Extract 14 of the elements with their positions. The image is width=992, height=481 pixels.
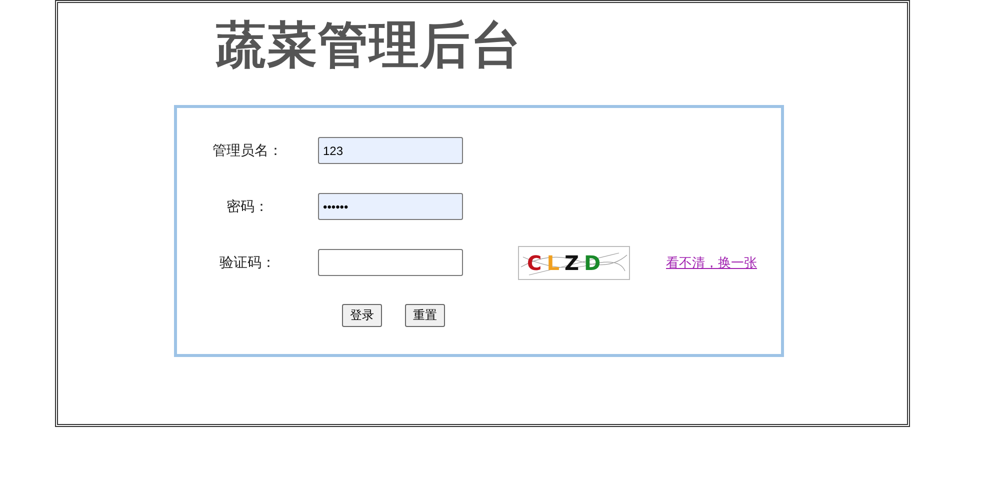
input-field[interactable] (318, 249, 463, 276)
refresh-captcha-link[interactable]: 看不清，换一张 (666, 254, 757, 272)
captcha-char: D (584, 250, 601, 274)
form-button[interactable]: 重置 (405, 304, 445, 327)
page-title: 蔬菜管理后台 (216, 15, 523, 75)
field-label: 管理员名： (212, 142, 284, 160)
input-field[interactable]: 123 (318, 137, 463, 164)
captcha-char: C (527, 250, 542, 274)
captcha-char: L (546, 250, 560, 274)
captcha-char: Z (564, 250, 579, 274)
field-label: 验证码： (218, 254, 276, 272)
input-field[interactable]: •••••• (318, 193, 463, 220)
field-label: 密码： (226, 198, 270, 216)
form-button[interactable]: 登录 (342, 304, 382, 327)
